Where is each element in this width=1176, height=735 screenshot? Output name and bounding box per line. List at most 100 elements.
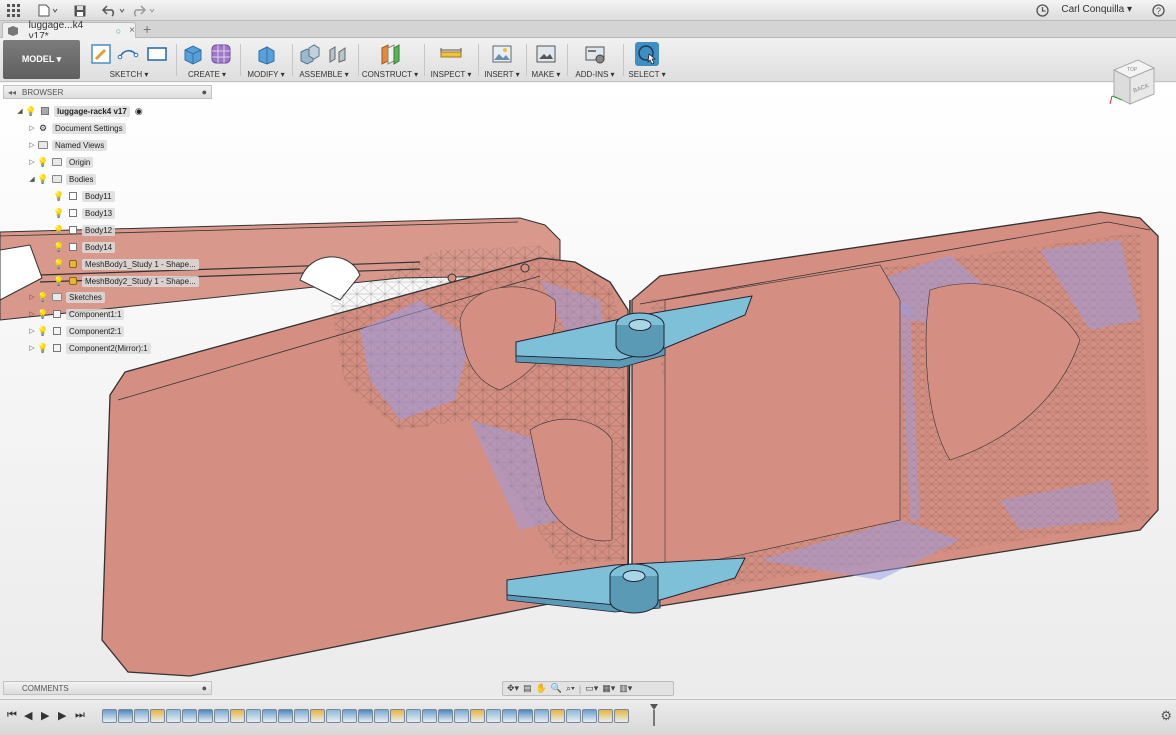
timeline-feature-icon[interactable] <box>102 709 117 723</box>
create-menu[interactable]: CREATE ▾ <box>178 70 236 79</box>
display-settings-icon[interactable]: ▭▾ <box>585 683 598 694</box>
timeline-feature-icon[interactable] <box>214 709 229 723</box>
timeline-feature-icon[interactable] <box>518 709 533 723</box>
orbit-icon[interactable]: ✥▾ <box>507 683 519 694</box>
visibility-bulb-icon[interactable]: 💡 <box>37 174 48 184</box>
form-icon[interactable] <box>209 42 233 66</box>
press-pull-icon[interactable] <box>254 42 278 66</box>
create-sketch-icon[interactable] <box>89 42 113 66</box>
zoom-window-icon[interactable]: ⌕▾ <box>566 683 575 694</box>
tree-item-meshbody2[interactable]: 💡 MeshBody2_Study 1 - Shape... <box>53 274 199 288</box>
expand-icon[interactable]: ▷ <box>26 344 38 352</box>
job-status-icon[interactable] <box>1036 3 1049 18</box>
tree-item-component2-mirror[interactable]: ▷ 💡 Component2(Mirror):1 <box>26 341 151 355</box>
play-icon[interactable]: ▶ <box>41 709 49 722</box>
document-tab[interactable]: luggage...k4 v17* ○ × <box>2 20 136 42</box>
timeline-feature-icon[interactable] <box>486 709 501 723</box>
timeline-feature-icon[interactable] <box>550 709 565 723</box>
save-icon[interactable] <box>74 3 86 18</box>
tree-item-component1[interactable]: ▷ 💡 Component1:1 <box>26 307 125 321</box>
tree-item-named-views[interactable]: ▷ Named Views <box>26 138 108 152</box>
step-forward-icon[interactable]: ▶ <box>58 709 66 722</box>
visibility-bulb-icon[interactable]: 💡 <box>53 242 64 252</box>
modify-menu[interactable]: MODIFY ▾ <box>242 70 290 79</box>
expand-icon[interactable]: ▷ <box>26 124 38 132</box>
visibility-bulb-icon[interactable]: 💡 <box>53 191 64 201</box>
go-to-end-icon[interactable]: ⏭ <box>75 709 85 722</box>
browser-panel-header[interactable]: ◂◂ BROWSER ● <box>3 85 212 99</box>
addins-menu[interactable]: ADD-INS ▾ <box>570 70 620 79</box>
timeline-feature-icon[interactable] <box>150 709 165 723</box>
visibility-bulb-icon[interactable]: 💡 <box>53 208 64 218</box>
expand-icon[interactable]: ▷ <box>26 158 38 166</box>
visibility-bulb-icon[interactable]: 💡 <box>37 309 48 319</box>
panel-pin-icon[interactable]: ● <box>202 683 207 693</box>
tree-item-body11[interactable]: 💡 Body11 <box>53 189 115 203</box>
select-menu[interactable]: SELECT ▾ <box>626 70 668 79</box>
make-group[interactable]: MAKE ▾ <box>528 40 564 80</box>
select-group[interactable]: SELECT ▾ <box>626 40 668 80</box>
offset-plane-icon[interactable] <box>378 42 402 66</box>
step-back-icon[interactable]: ◀ <box>24 709 32 722</box>
joint-icon[interactable] <box>326 42 350 66</box>
select-icon[interactable] <box>635 42 659 66</box>
addins-group[interactable]: ADD-INS ▾ <box>570 40 620 80</box>
timeline-feature-icon[interactable] <box>470 709 485 723</box>
visibility-bulb-icon[interactable]: 💡 <box>37 326 48 336</box>
tree-item-origin[interactable]: ▷ 💡 Origin <box>26 155 94 169</box>
tree-item-component2[interactable]: ▷ 💡 Component2:1 <box>26 324 125 338</box>
app-grid-icon[interactable] <box>7 3 20 18</box>
measure-icon[interactable] <box>439 42 463 66</box>
rectangle-icon[interactable] <box>145 42 169 66</box>
tree-item-meshbody1[interactable]: 💡 MeshBody1_Study 1 - Shape... <box>53 257 199 271</box>
insert-image-icon[interactable] <box>490 42 514 66</box>
visibility-bulb-icon[interactable]: 💡 <box>37 292 48 302</box>
collapse-icon[interactable]: ◢ <box>26 175 38 183</box>
timeline-feature-icon[interactable] <box>422 709 437 723</box>
timeline-feature-icon[interactable] <box>374 709 389 723</box>
undo-icon[interactable] <box>101 3 127 18</box>
visibility-bulb-icon[interactable]: 💡 <box>53 259 64 269</box>
tree-item-bodies[interactable]: ◢ 💡 Bodies <box>26 172 97 186</box>
timeline-marker-icon[interactable] <box>650 704 658 726</box>
expand-icon[interactable]: ▷ <box>26 141 38 149</box>
workspace-switcher[interactable]: MODEL ▾ <box>3 40 80 79</box>
visibility-bulb-icon[interactable]: 💡 <box>37 343 48 353</box>
zoom-icon[interactable]: 🔍 <box>551 683 562 694</box>
look-at-icon[interactable]: ▤ <box>523 683 532 694</box>
new-tab-button[interactable]: + <box>143 21 151 37</box>
assemble-menu[interactable]: ASSEMBLE ▾ <box>294 70 354 79</box>
file-menu-icon[interactable] <box>38 3 58 18</box>
timeline-feature-icon[interactable] <box>310 709 325 723</box>
timeline-feature-icon[interactable] <box>294 709 309 723</box>
make-menu[interactable]: MAKE ▾ <box>528 70 564 79</box>
go-to-start-icon[interactable]: ⏮ <box>7 709 17 722</box>
extrude-icon[interactable] <box>181 42 205 66</box>
visibility-bulb-icon[interactable]: 💡 <box>25 106 36 116</box>
expand-icon[interactable]: ▷ <box>26 310 38 318</box>
timeline-feature-icon[interactable] <box>582 709 597 723</box>
line-icon[interactable] <box>117 42 141 66</box>
browser-root-row[interactable]: ◢ 💡 luggage-rack4 v17 ◉ <box>14 104 148 118</box>
timeline-feature-icon[interactable] <box>342 709 357 723</box>
timeline-feature-icon[interactable] <box>278 709 293 723</box>
timeline-feature-icon[interactable] <box>502 709 517 723</box>
timeline-feature-icon[interactable] <box>326 709 341 723</box>
construct-menu[interactable]: CONSTRUCT ▾ <box>360 70 420 79</box>
panel-pin-icon[interactable]: ● <box>202 87 207 97</box>
assemble-group[interactable]: ASSEMBLE ▾ <box>294 40 354 80</box>
timeline-feature-icon[interactable] <box>598 709 613 723</box>
close-tab-icon[interactable]: × <box>129 25 135 36</box>
modify-group[interactable]: MODIFY ▾ <box>242 40 290 80</box>
timeline-feature-icon[interactable] <box>390 709 405 723</box>
tree-item-body13[interactable]: 💡 Body13 <box>53 206 116 220</box>
timeline-feature-icon[interactable] <box>262 709 277 723</box>
timeline-feature-icon[interactable] <box>566 709 581 723</box>
timeline-feature-icon[interactable] <box>454 709 469 723</box>
expand-icon[interactable]: ▷ <box>26 293 38 301</box>
timeline-feature-icon[interactable] <box>230 709 245 723</box>
pan-icon[interactable]: ✋ <box>536 683 547 694</box>
inspect-group[interactable]: INSPECT ▾ <box>427 40 475 80</box>
activate-radio-icon[interactable]: ◉ <box>134 106 144 116</box>
timeline-feature-icon[interactable] <box>246 709 261 723</box>
